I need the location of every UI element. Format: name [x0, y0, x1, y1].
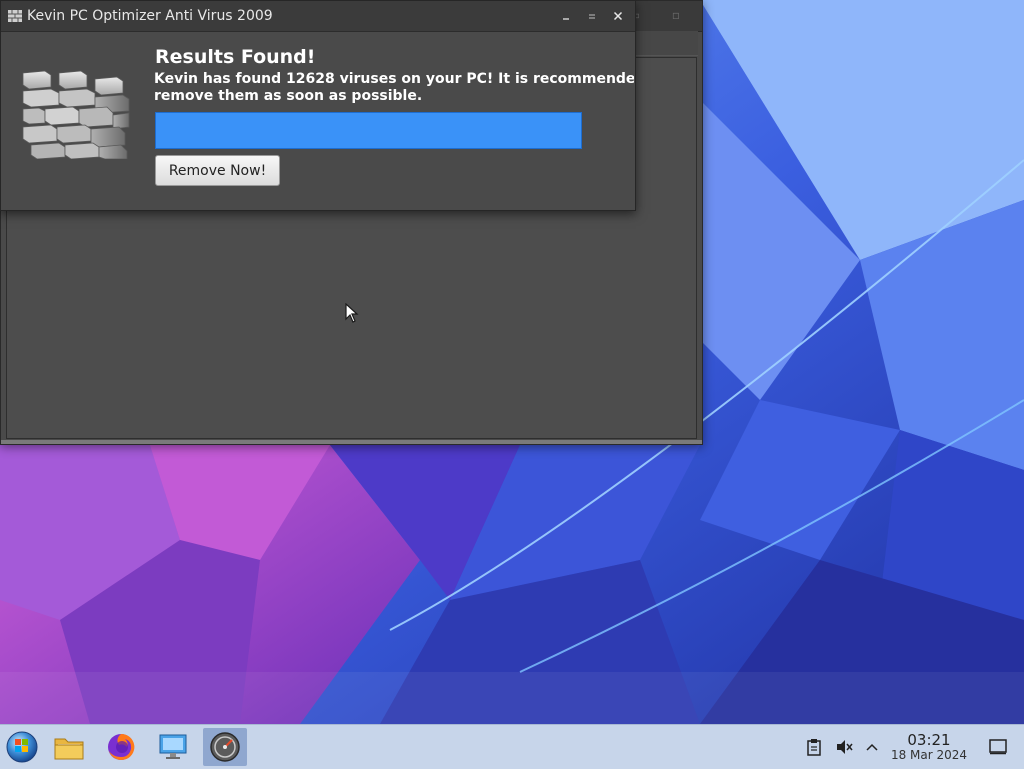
results-message-line-2: remove them as soon as possible.: [154, 88, 423, 104]
taskbar-file-manager[interactable]: [47, 728, 91, 766]
taskbar-remote-desktop[interactable]: [151, 728, 195, 766]
minimize-icon: [563, 18, 569, 20]
background-window-controls: ▭ ▫: [628, 8, 694, 22]
start-orb-icon: [6, 731, 38, 763]
tray-clipboard[interactable]: [804, 737, 824, 757]
remove-now-button[interactable]: Remove Now!: [155, 155, 280, 186]
app-wall-icon: [8, 10, 22, 22]
maximize-icon: [589, 14, 595, 19]
show-desktop-icon: [989, 739, 1007, 755]
security-shield-icon: [210, 732, 240, 762]
dialog-title: Kevin PC Optimizer Anti Virus 2009: [27, 8, 273, 24]
clock-date[interactable]: 18 Mar 2024: [884, 748, 974, 762]
results-message: Kevin has found 12628 viruses on your PC…: [154, 71, 634, 105]
close-button[interactable]: [607, 5, 629, 27]
scan-progress-bar: [155, 112, 582, 149]
volume-muted-icon: [837, 740, 853, 754]
close-icon: [613, 11, 623, 21]
remote-desktop-icon: [159, 734, 187, 759]
taskbar: [0, 724, 1024, 769]
background-window-bottom-edge: [1, 440, 702, 444]
tray-volume[interactable]: [834, 737, 854, 757]
clock-time[interactable]: 03:21: [890, 731, 968, 749]
mouse-pointer-icon: [345, 303, 359, 323]
folder-icon: [54, 738, 84, 760]
taskbar-firefox[interactable]: [99, 728, 143, 766]
firewall-brick-icon: [22, 70, 130, 159]
clipboard-icon: [807, 739, 821, 756]
minimize-button[interactable]: [555, 5, 577, 27]
start-menu-button[interactable]: [0, 728, 44, 766]
firefox-icon: [108, 733, 135, 760]
dialog-titlebar[interactable]: Kevin PC Optimizer Anti Virus 2009: [1, 1, 635, 32]
tray-expand[interactable]: [862, 737, 882, 757]
results-message-line-1: Kevin has found 12628 viruses on your PC…: [154, 71, 634, 87]
taskbar-security-app[interactable]: [203, 728, 247, 766]
results-heading: Results Found!: [155, 46, 316, 68]
show-desktop-button[interactable]: [988, 737, 1008, 757]
chevron-up-icon: [866, 743, 878, 751]
maximize-button[interactable]: [581, 5, 603, 27]
antivirus-dialog: Kevin PC Optimizer Anti Virus 2009 Resul…: [0, 0, 636, 211]
